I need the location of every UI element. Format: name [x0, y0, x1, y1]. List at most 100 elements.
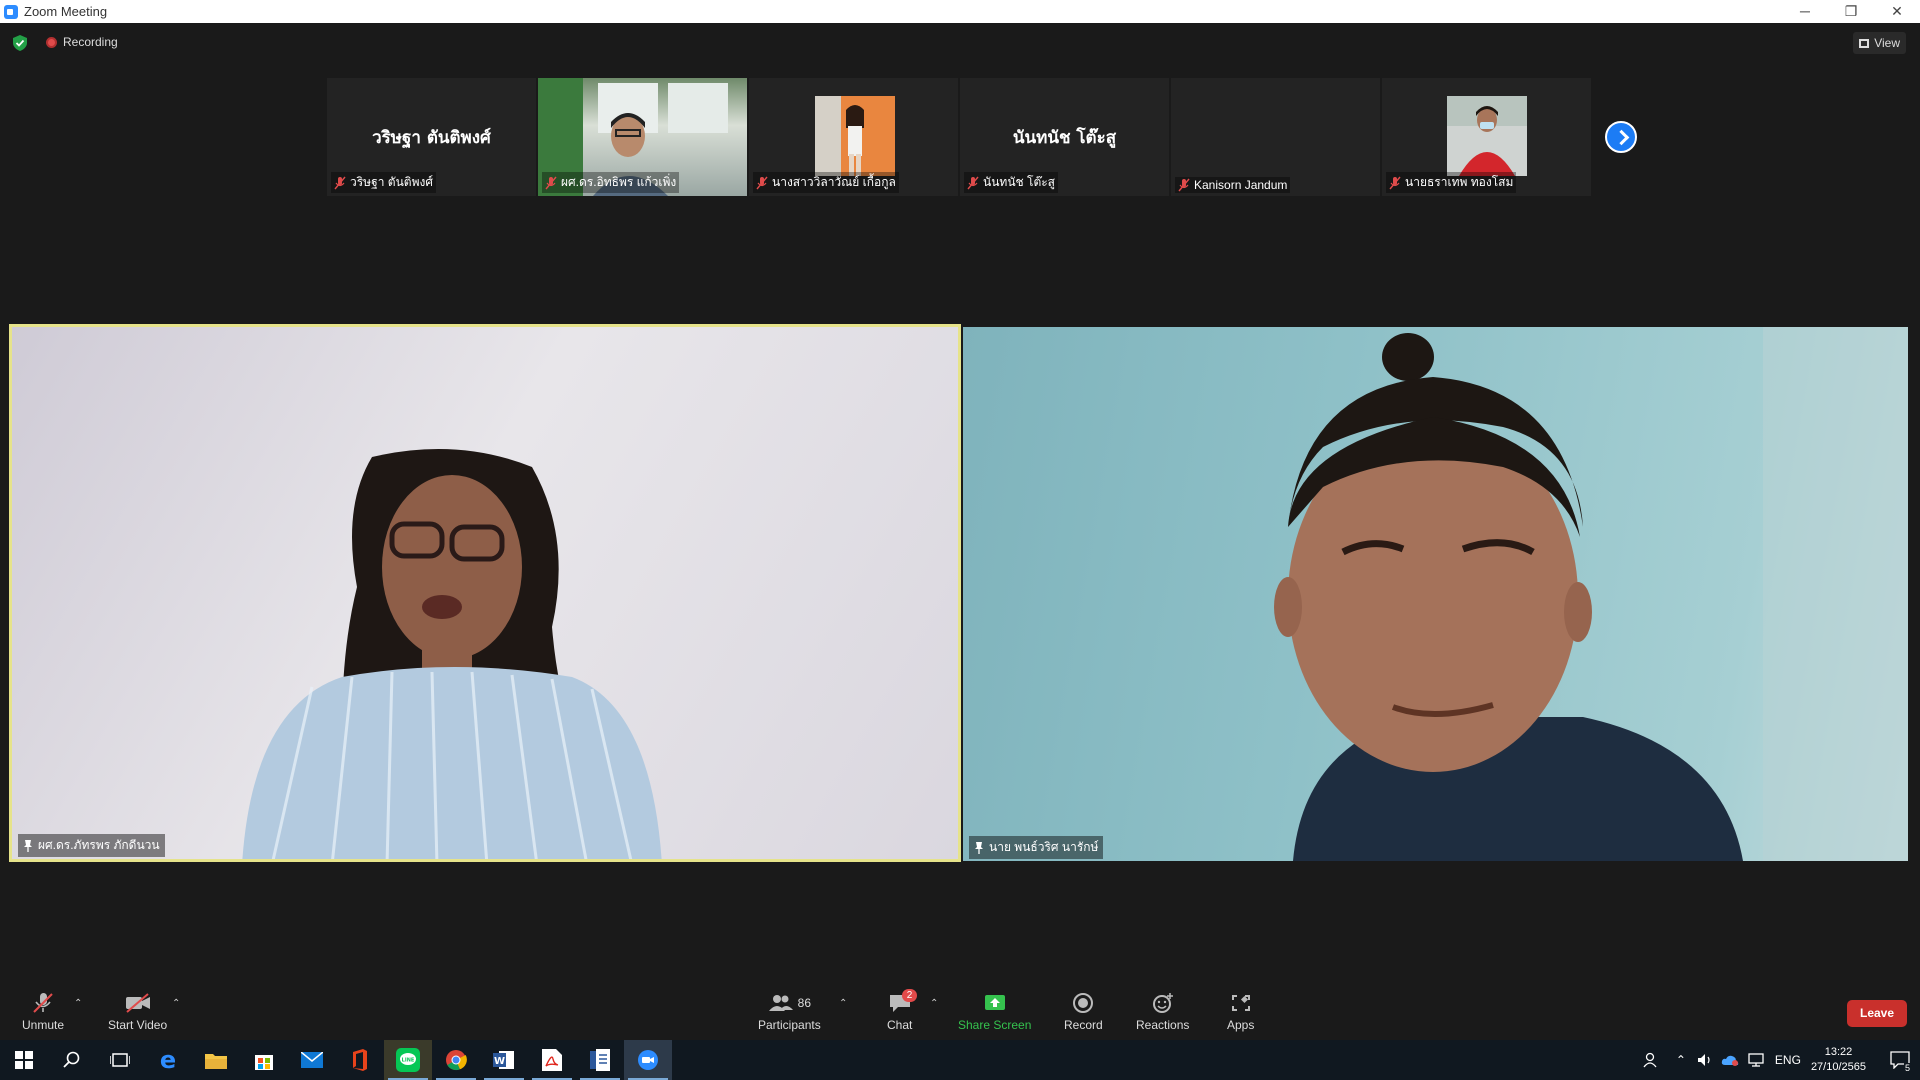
participant-name-display: วริษฐา ตันติพงศ์ — [372, 128, 491, 148]
word-icon[interactable]: W — [480, 1040, 528, 1080]
participant-thumbnail[interactable]: นางสาววิลาวัณย์ เกื้อกูล — [749, 78, 958, 196]
file-explorer-icon[interactable] — [192, 1040, 240, 1080]
participant-thumbnail[interactable]: วริษฐา ตันติพงศ์ วริษฐา ตันติพงศ์ — [327, 78, 536, 196]
search-icon[interactable] — [48, 1040, 96, 1080]
volume-icon[interactable] — [1693, 1040, 1717, 1080]
mail-icon[interactable] — [288, 1040, 336, 1080]
record-icon — [1073, 993, 1094, 1013]
people-icon[interactable] — [1633, 1040, 1669, 1080]
leave-button[interactable]: Leave — [1847, 1000, 1907, 1027]
participant-profile-photo — [815, 96, 895, 176]
meeting-topbar: Recording View — [0, 23, 1920, 63]
record-label: Record — [1064, 1018, 1103, 1032]
participant-label: ผศ.ดร.อิทธิพร แก้วเพิ่ง — [542, 172, 680, 193]
recording-label: Recording — [63, 35, 118, 49]
participant-video-image — [1274, 327, 1908, 861]
apps-label: Apps — [1227, 1018, 1255, 1032]
participant-thumbnail[interactable]: นันทนัช โต๊ะสู นันทนัช โต๊ะสู — [960, 78, 1169, 196]
mic-muted-icon — [1389, 176, 1401, 189]
apps-icon — [1231, 995, 1250, 1011]
participant-video-image — [242, 449, 662, 859]
microsoft-store-icon[interactable] — [240, 1040, 288, 1080]
zoom-taskbar-icon[interactable] — [624, 1040, 672, 1080]
clock-time: 13:22 — [1824, 1046, 1853, 1058]
zoom-app-icon — [4, 4, 18, 19]
acrobat-pdf-icon[interactable] — [528, 1040, 576, 1080]
system-tray: ⌃ ENG 13:22 27/10/2565 5 — [1633, 1040, 1920, 1080]
chat-options-caret-icon[interactable]: ⌃ — [930, 998, 938, 1009]
participant-label: วริษฐา ตันติพงศ์ — [331, 172, 436, 193]
show-hidden-icons-chevron-icon[interactable]: ⌃ — [1669, 1040, 1693, 1080]
participants-label: Participants — [758, 1018, 821, 1032]
meeting-area: Recording View วริษฐา ตันติพงศ์ วริษฐา ต… — [0, 23, 1920, 1040]
view-grid-icon — [1859, 38, 1870, 48]
line-app-icon[interactable]: LINE — [384, 1040, 432, 1080]
view-button[interactable]: View — [1853, 32, 1906, 54]
participants-button[interactable]: 86 Participants — [758, 992, 821, 1032]
participant-profile-photo — [1447, 96, 1527, 176]
notification-count: 5 — [1903, 1063, 1911, 1073]
reactions-label: Reactions — [1136, 1018, 1190, 1032]
chrome-icon[interactable] — [432, 1040, 480, 1080]
task-view-icon[interactable] — [96, 1040, 144, 1080]
system-clock[interactable]: 13:22 27/10/2565 — [1811, 1045, 1866, 1075]
reactions-button[interactable]: Reactions — [1136, 992, 1189, 1032]
unmute-label: Unmute — [22, 1018, 65, 1032]
share-screen-button[interactable]: Share Screen — [958, 992, 1031, 1032]
network-icon[interactable] — [1743, 1040, 1769, 1080]
active-speaker-video[interactable]: ผศ.ดร.ภัทรพร ภักดีนวน — [9, 324, 961, 862]
record-button[interactable]: Record — [1064, 992, 1103, 1032]
clock-date: 27/10/2565 — [1810, 1061, 1866, 1073]
input-language-indicator[interactable]: ENG — [1775, 1053, 1801, 1067]
security-shield-icon[interactable] — [13, 35, 27, 51]
share-screen-label: Share Screen — [958, 1018, 1032, 1032]
participants-icon — [768, 995, 793, 1011]
participant-label: ผศ.ดร.ภัทรพร ภักดีนวน — [18, 834, 165, 857]
participant-thumbnail[interactable]: นายธราเทพ ทองโสม — [1382, 78, 1591, 196]
edge-browser-icon[interactable]: e — [144, 1040, 192, 1080]
video-options-caret-icon[interactable]: ⌃ — [172, 998, 180, 1009]
start-windows-icon[interactable] — [0, 1040, 48, 1080]
windows-taskbar: e LINE W ⌃ ENG 13:22 27/10/2565 5 — [0, 1040, 1920, 1080]
pin-icon — [24, 839, 32, 852]
participant-thumbnail[interactable]: ผศ.ดร.อิทธิพร แก้วเพิ่ง — [538, 78, 747, 196]
participant-thumbnail[interactable]: Kanisorn Jandum — [1171, 78, 1380, 196]
reactions-smiley-icon — [1152, 993, 1173, 1013]
apps-button[interactable]: Apps — [1227, 992, 1254, 1032]
start-video-button[interactable]: Start Video — [108, 992, 167, 1032]
participant-label: นายธราเทพ ทองโสม — [1386, 172, 1517, 193]
mic-muted-icon — [1178, 178, 1190, 192]
mic-muted-icon — [756, 176, 768, 189]
participant-name-display: นันทนัช โต๊ะสู — [1012, 128, 1117, 148]
view-label: View — [1874, 36, 1900, 50]
participant-thumbnail-strip: วริษฐา ตันติพงศ์ วริษฐา ตันติพงศ์ ผศ.ดร.… — [327, 78, 1591, 196]
chat-unread-badge: 2 — [902, 989, 917, 1002]
svg-text:W: W — [494, 1056, 505, 1067]
start-video-label: Start Video — [108, 1018, 168, 1032]
window-titlebar: Zoom Meeting ─ ❐ ✕ — [0, 0, 1920, 23]
restore-button[interactable]: ❐ — [1828, 0, 1874, 23]
participant-label: นางสาววิลาวัณย์ เกื้อกูล — [753, 172, 899, 193]
window-controls: ─ ❐ ✕ — [1782, 0, 1920, 23]
participant-label: นาย พนธ์วริศ นารักษ์ — [969, 836, 1104, 859]
unmute-button[interactable]: Unmute — [22, 992, 64, 1032]
audio-options-caret-icon[interactable]: ⌃ — [74, 998, 82, 1009]
mic-muted-icon — [967, 176, 979, 189]
participant-video[interactable]: นาย พนธ์วริศ นารักษ์ — [963, 327, 1908, 861]
next-page-arrow-button[interactable] — [1605, 121, 1637, 153]
document-app-icon[interactable] — [576, 1040, 624, 1080]
participants-options-caret-icon[interactable]: ⌃ — [839, 998, 847, 1009]
window-title: Zoom Meeting — [24, 4, 108, 19]
recording-dot-icon — [46, 36, 57, 48]
participants-count: 86 — [797, 996, 812, 1010]
onedrive-cloud-icon[interactable] — [1717, 1040, 1743, 1080]
participant-label: นันทนัช โต๊ะสู — [964, 172, 1059, 193]
close-button[interactable]: ✕ — [1874, 0, 1920, 23]
minimize-button[interactable]: ─ — [1782, 0, 1828, 23]
svg-text:LINE: LINE — [402, 1058, 415, 1064]
notifications-icon[interactable]: 5 — [1880, 1040, 1920, 1080]
share-screen-icon — [984, 995, 1005, 1010]
video-off-icon — [125, 993, 150, 1013]
recording-indicator[interactable]: Recording — [46, 35, 118, 49]
office-icon[interactable] — [336, 1040, 384, 1080]
